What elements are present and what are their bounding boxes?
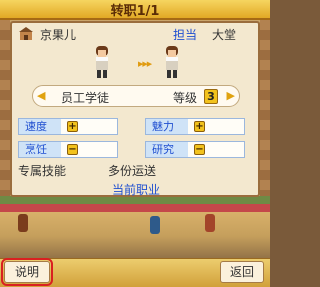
transfer-arrows-icon: ▶▶▶ <box>138 60 152 68</box>
plus-icon: + <box>67 121 78 132</box>
staff-avatar-current <box>96 46 108 78</box>
stat-label: 魅力 <box>146 119 188 134</box>
customer-sprite <box>150 216 160 234</box>
skill-label: 专属技能 <box>18 164 67 178</box>
skill-value: 多份运送 <box>108 164 157 178</box>
stat-speed: 速度 + <box>18 118 118 135</box>
building-icon <box>19 27 33 40</box>
bottom-bar: 说明 返回 <box>0 258 270 287</box>
page-title: 转职1/1 <box>110 3 160 19</box>
minus-icon: − <box>67 144 78 155</box>
stat-label: 速度 <box>19 119 61 134</box>
job-selector: ◀ 员工学徒 等级 3 ▶ <box>32 85 240 107</box>
staff-location: 大堂 <box>212 28 237 42</box>
level-label: 等级 <box>173 91 198 105</box>
left-arrow-icon[interactable]: ◀ <box>37 89 45 102</box>
stat-charm: 魅力 + <box>145 118 245 135</box>
right-arrow-icon[interactable]: ▶ <box>227 89 235 102</box>
level-badge: 3 <box>204 89 218 104</box>
minus-icon: − <box>194 144 205 155</box>
staff-avatar-new <box>166 46 178 78</box>
job-change-panel: 京果儿 担当 大堂 ▶▶▶ ◀ 员工学徒 等级 3 ▶ 速度 + 魅力 + 烹饪… <box>10 21 260 197</box>
back-button[interactable]: 返回 <box>220 261 264 283</box>
staff-info-row: 京果儿 担当 大堂 <box>12 23 258 43</box>
customer-sprite <box>205 214 215 232</box>
customer-sprite <box>18 214 28 232</box>
staff-name: 京果儿 <box>40 28 77 42</box>
title-bar: 转职1/1 <box>0 0 270 20</box>
stat-label: 烹饪 <box>19 142 61 157</box>
current-job-label: 当前职业 <box>112 183 161 197</box>
stat-research: 研究 − <box>145 141 245 158</box>
stat-label: 研究 <box>146 142 188 157</box>
job-name: 员工学徒 <box>61 91 110 105</box>
plus-icon: + <box>194 121 205 132</box>
help-button[interactable]: 说明 <box>1 258 53 286</box>
restaurant-scene <box>0 196 270 260</box>
stat-cooking: 烹饪 − <box>18 141 118 158</box>
staff-role[interactable]: 担当 <box>173 26 197 43</box>
